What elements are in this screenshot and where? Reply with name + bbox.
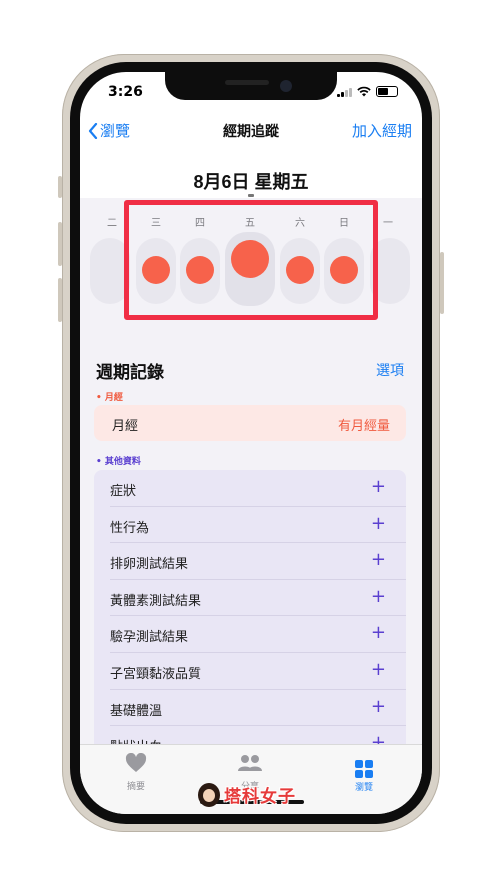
add-icon[interactable]: + (371, 586, 386, 607)
silent-switch (58, 176, 62, 198)
period-row-label: 月經 (112, 419, 139, 434)
add-icon[interactable]: + (371, 549, 386, 570)
grid-icon (355, 760, 373, 778)
selected-date: 8月6日 星期五 (193, 172, 309, 192)
other-section-label: • 其他資料 (96, 457, 141, 467)
people-icon (238, 755, 262, 771)
list-item-label: 子宮頸黏液品質 (110, 666, 202, 682)
wifi-icon (357, 86, 371, 97)
status-icons (337, 86, 398, 97)
list-item[interactable]: 基礎體溫 + (110, 690, 406, 727)
list-item-label: 症狀 (110, 484, 137, 499)
list-item[interactable]: 子宮頸黏液品質 + (110, 653, 406, 690)
tab-browse[interactable]: 瀏覽 (324, 753, 404, 793)
screen: 3:26 瀏覽 經期追蹤 加入經期 8月6日 星期五 二 三 四 五 六 日 一 (80, 72, 422, 814)
navigation-bar: 瀏覽 經期追蹤 加入經期 (80, 116, 422, 144)
list-item[interactable]: 驗孕測試結果 + (110, 616, 406, 653)
watermark-avatar (198, 782, 220, 807)
add-icon[interactable]: + (371, 622, 386, 643)
highlight-annotation (124, 200, 378, 320)
period-row[interactable]: 月經 有月經量 (94, 405, 406, 441)
list-item[interactable]: 性行為 + (110, 507, 406, 544)
volume-down-button (58, 278, 62, 322)
power-button (440, 252, 444, 314)
add-icon[interactable]: + (371, 696, 386, 717)
period-row-value: 有月經量 (337, 419, 390, 434)
heart-icon (125, 752, 147, 772)
watermark-text: 塔科女子 (224, 787, 296, 807)
add-icon[interactable]: + (371, 476, 386, 497)
add-period-button[interactable]: 加入經期 (352, 120, 412, 141)
options-button[interactable]: 選項 (376, 360, 404, 380)
cellular-signal-icon (337, 87, 352, 97)
cycle-log-title: 週期記錄 (96, 363, 164, 383)
other-data-list: 症狀 + 性行為 + 排卵測試結果 + 黃體素測試結果 + 驗孕測試結果 + 子宮頸黏液品… (94, 470, 406, 760)
front-camera (280, 80, 292, 92)
list-item[interactable]: 症狀 + (110, 470, 406, 507)
day-label: 二 (107, 218, 117, 229)
volume-up-button (58, 222, 62, 266)
tab-summary[interactable]: 摘要 (96, 752, 176, 792)
add-icon[interactable]: + (371, 659, 386, 680)
list-item-label: 黃體素測試結果 (110, 593, 202, 609)
tab-label: 瀏覽 (354, 783, 373, 793)
status-time: 3:26 (108, 84, 143, 100)
battery-icon (376, 86, 398, 97)
list-item-label: 性行為 (110, 520, 150, 536)
notch (165, 72, 337, 100)
today-marker (248, 194, 254, 197)
period-section-label: • 月經 (96, 393, 123, 403)
list-item-label: 排卵測試結果 (110, 557, 189, 573)
list-item-label: 基礎體溫 (110, 703, 163, 719)
tab-label: 摘要 (126, 782, 145, 792)
add-icon[interactable]: + (371, 513, 386, 534)
day-label: 一 (383, 218, 393, 229)
speaker-grille (225, 80, 269, 85)
list-item[interactable]: 排卵測試結果 + (110, 543, 406, 580)
list-item-label: 驗孕測試結果 (110, 630, 189, 646)
list-item[interactable]: 黃體素測試結果 + (110, 580, 406, 617)
watermark: 塔科女子 (198, 782, 296, 807)
